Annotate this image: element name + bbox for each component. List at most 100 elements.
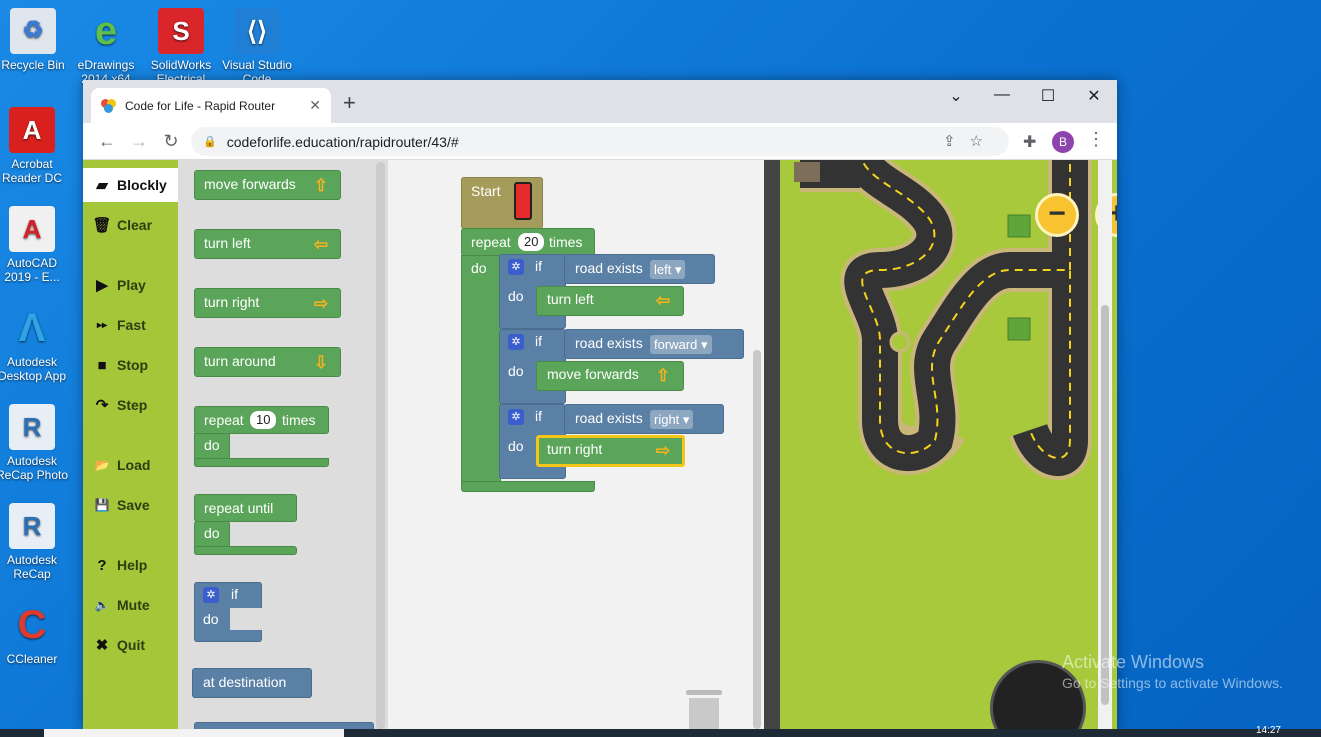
vscode-icon: ⟨⟩ <box>234 8 280 54</box>
desktop-icon-recap[interactable]: R Autodesk ReCap <box>0 503 71 583</box>
road-exists-forward-condition[interactable]: road exists forward ▾ <box>564 329 744 359</box>
share-and-bookmark-icons[interactable]: ⇪☆ <box>943 132 997 150</box>
autocad-icon: A <box>9 206 55 252</box>
settings-gear-icon[interactable]: ✲ <box>508 334 524 350</box>
tab-search-button[interactable]: ⌄ <box>933 86 979 106</box>
tab-rapid-router[interactable]: Code for Life - Rapid Router ✕ <box>91 88 331 123</box>
recap-photo-icon: R <box>9 404 55 450</box>
solidworks-electrical-icon: S <box>158 8 204 54</box>
taskbar: 14:27 <box>0 725 1321 737</box>
fast-forward-icon: ▸▸ <box>96 319 108 331</box>
save-icon: 💾 <box>94 498 110 512</box>
sidebar-step[interactable]: ↷ Step <box>83 388 178 422</box>
sidebar-fast[interactable]: ▸▸ Fast <box>83 308 178 342</box>
arrow-right-icon: ⇨ <box>313 294 329 313</box>
settings-gear-icon[interactable]: ✲ <box>508 409 524 425</box>
menu-icon[interactable]: ⋮ <box>1087 129 1105 150</box>
desktop-icon-recap-photo[interactable]: R Autodesk ReCap Photo <box>0 404 71 484</box>
speaker-icon: 🔈 <box>94 598 110 612</box>
blockly-workspace[interactable]: Start repeat 20 times do ✲ if do road ex… <box>388 160 764 729</box>
sidebar-load[interactable]: 📂 Load <box>83 448 178 482</box>
desktop-icon-vscode[interactable]: ⟨⟩ Visual Studio Code <box>218 8 296 88</box>
arrow-up-icon: ⇧ <box>313 176 329 195</box>
reload-button[interactable]: ↻ <box>155 131 187 152</box>
turn-right-block-selected[interactable]: turn right ⇨ <box>536 435 685 467</box>
recycle-bin-icon: ♻ <box>10 8 56 54</box>
tab-close-icon[interactable]: ✕ <box>309 97 321 114</box>
taskbar-clock: 14:27 <box>1255 725 1281 736</box>
toolbox-at-destination-block[interactable]: at destination <box>192 668 312 698</box>
new-tab-button[interactable]: + <box>343 92 356 114</box>
lock-icon: 🔒 <box>203 136 217 148</box>
toolbox-if-block[interactable]: ✲ if do <box>194 582 262 642</box>
desktop-icon-autodesk-desktop-app[interactable]: Λ Autodesk Desktop App <box>0 305 71 385</box>
sidebar-play[interactable]: ▶ Play <box>83 268 178 302</box>
maximize-button[interactable]: ☐ <box>1025 86 1071 106</box>
sidebar-blockly[interactable]: ▰ Blockly <box>83 168 178 202</box>
tab-strip: Code for Life - Rapid Router ✕ + ⌄ — ☐ ✕ <box>83 80 1117 123</box>
game-sidebar: ▰ Blockly 🗑 Clear ▶ Play ▸▸ Fast ■ Stop ↷ Step… <box>83 160 178 729</box>
toolbox-scrollbar[interactable] <box>376 162 385 729</box>
arrow-left-icon: ⇦ <box>313 235 329 254</box>
sidebar-clear[interactable]: 🗑 Clear <box>83 208 178 242</box>
desktop-icon-acrobat[interactable]: A Acrobat Reader DC <box>0 107 71 187</box>
workspace-trash-icon[interactable] <box>686 690 722 729</box>
back-button[interactable]: ← <box>91 131 123 152</box>
toolbox-turn-around-block[interactable]: turn around ⇩ <box>194 347 341 377</box>
settings-gear-icon[interactable]: ✲ <box>508 259 524 275</box>
panel-divider[interactable] <box>764 160 780 729</box>
map-scrollbar[interactable] <box>1098 160 1112 729</box>
rapid-router-page: ▰ Blockly 🗑 Clear ▶ Play ▸▸ Fast ■ Stop ↷ Step… <box>83 160 1117 729</box>
zoom-out-button[interactable]: − <box>1035 193 1079 237</box>
program-repeat-count-field[interactable]: 20 <box>518 233 545 251</box>
sidebar-stop[interactable]: ■ Stop <box>83 348 178 382</box>
sidebar-mute[interactable]: 🔈 Mute <box>83 588 178 622</box>
stop-icon: ■ <box>97 356 107 374</box>
toolbox-repeat-block[interactable]: repeat 10 times do <box>194 406 329 467</box>
forward-button[interactable]: → <box>123 131 155 152</box>
blockly-icon: ▰ <box>96 177 108 194</box>
taskbar-search-box[interactable] <box>44 729 344 737</box>
sidebar-help[interactable]: ? Help <box>83 548 178 582</box>
program-repeat-block[interactable]: repeat 20 times <box>461 228 595 256</box>
url-text: codeforlife.education/rapidrouter/43/# <box>226 133 459 150</box>
tab-title: Code for Life - Rapid Router <box>125 98 276 113</box>
browser-window: Code for Life - Rapid Router ✕ + ⌄ — ☐ ✕… <box>83 80 1117 729</box>
toolbox-next-block[interactable] <box>194 722 374 729</box>
toolbox-move-forwards-block[interactable]: move forwards ⇧ <box>194 170 341 200</box>
road-exists-right-condition[interactable]: road exists right ▾ <box>564 404 724 434</box>
arrow-left-icon: ⇦ <box>655 291 671 310</box>
settings-gear-icon[interactable]: ✲ <box>203 587 219 603</box>
block-toolbox: move forwards ⇧ turn left ⇦ turn right ⇨… <box>178 160 388 729</box>
desktop-icon-edrawings[interactable]: e eDrawings 2014 x64 <box>67 8 145 88</box>
folder-icon: 📂 <box>94 458 110 472</box>
quit-icon: ✖ <box>95 637 109 654</box>
sidebar-save[interactable]: 💾 Save <box>83 488 178 522</box>
close-window-button[interactable]: ✕ <box>1071 86 1117 106</box>
toolbox-turn-right-block[interactable]: turn right ⇨ <box>194 288 341 318</box>
direction-dropdown-left[interactable]: left ▾ <box>650 260 686 279</box>
address-bar[interactable]: 🔒 codeforlife.education/rapidrouter/43/#… <box>191 127 1009 156</box>
extensions-icon[interactable]: ✚ <box>1023 132 1036 152</box>
repeat-count-field[interactable]: 10 <box>250 411 277 429</box>
start-block[interactable]: Start <box>461 177 543 229</box>
trash-icon: 🗑 <box>92 217 112 234</box>
workspace-scrollbar[interactable] <box>753 350 761 729</box>
arrow-u-turn-icon: ⇩ <box>313 353 329 372</box>
ccleaner-icon: C <box>17 603 47 647</box>
desktop-icon-solidworks-electrical[interactable]: S SolidWorks Electrical <box>142 8 220 88</box>
profile-avatar[interactable]: B <box>1052 131 1074 153</box>
turn-left-block[interactable]: turn left ⇦ <box>536 286 684 316</box>
toolbox-turn-left-block[interactable]: turn left ⇦ <box>194 229 341 259</box>
desktop-icon-ccleaner[interactable]: C CCleaner <box>0 602 71 682</box>
move-forwards-block[interactable]: move forwards ⇧ <box>536 361 684 391</box>
code-for-life-favicon-icon <box>101 98 117 114</box>
desktop-icon-autocad[interactable]: A AutoCAD 2019 - E... <box>0 206 71 286</box>
sidebar-quit[interactable]: ✖ Quit <box>83 628 178 662</box>
minimize-button[interactable]: — <box>979 86 1025 104</box>
direction-dropdown-right[interactable]: right ▾ <box>650 410 694 429</box>
desktop-icon-recycle-bin[interactable]: ♻ Recycle Bin <box>0 8 72 88</box>
road-exists-left-condition[interactable]: road exists left ▾ <box>564 254 715 284</box>
toolbox-repeat-until-block[interactable]: repeat until do <box>194 494 297 555</box>
direction-dropdown-forward[interactable]: forward ▾ <box>650 335 712 354</box>
